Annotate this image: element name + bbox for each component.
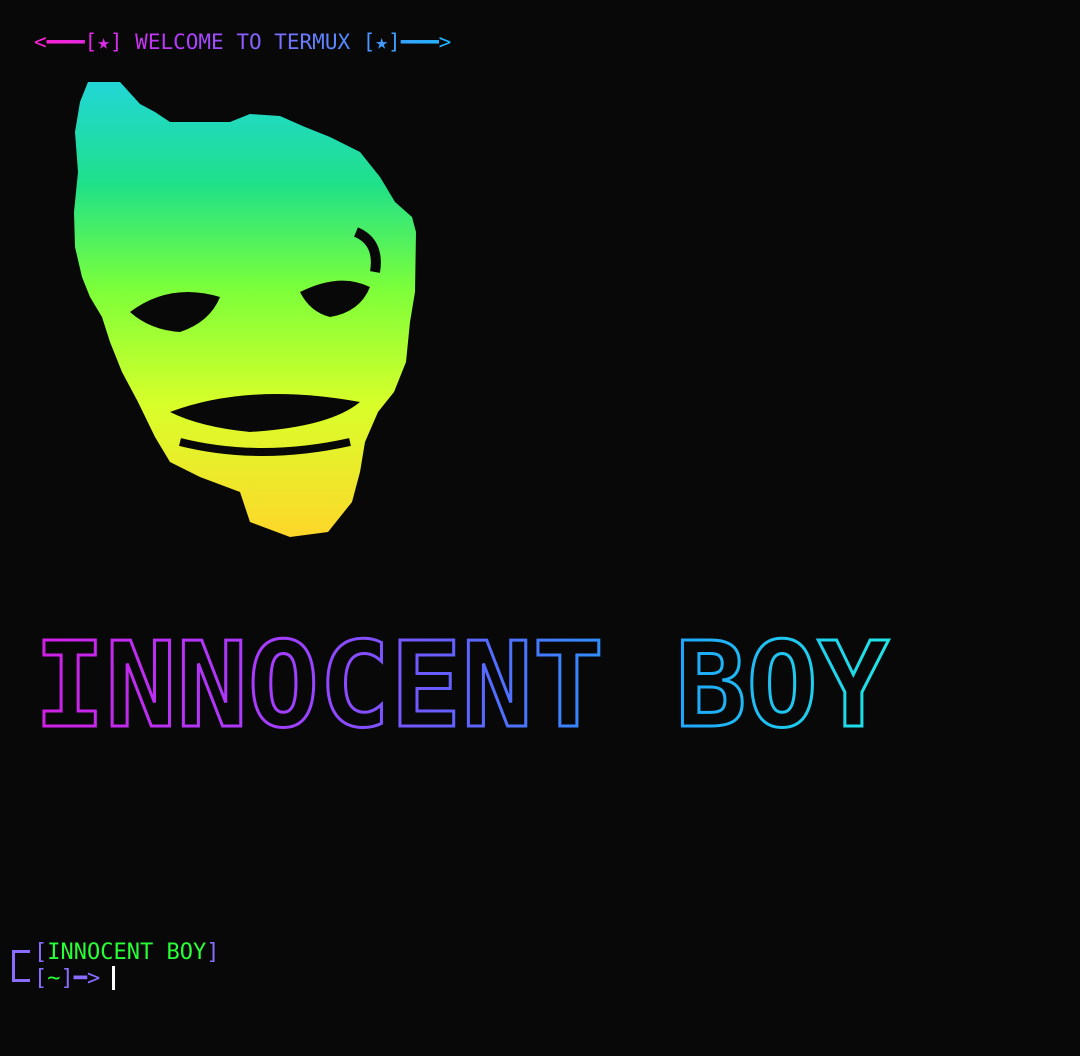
prompt-path: ~ — [47, 966, 61, 991]
welcome-arrow-right: ━━━> — [400, 30, 452, 54]
shell-prompt: [INNOCENT BOY] [~]━> — [12, 940, 219, 1044]
joker-face-icon — [60, 82, 440, 542]
prompt-input-line[interactable]: [~]━> — [34, 966, 116, 992]
text-cursor[interactable] — [112, 966, 116, 990]
welcome-line: <━━━[★] WELCOME TO TERMUX [★]━━━> — [34, 28, 451, 56]
prompt-arrow: ━> — [73, 966, 101, 991]
prompt-path-close: ] — [60, 966, 74, 991]
prompt-bracket-close: ] — [206, 940, 220, 965]
innocent-boy-banner: INNOCENT BOY — [34, 618, 891, 734]
welcome-star-right: [★] — [362, 30, 401, 54]
welcome-arrow-left: <━━━ — [34, 30, 85, 54]
joker-face-art — [60, 82, 440, 542]
prompt-corner — [12, 950, 30, 982]
prompt-username: INNOCENT BOY — [47, 940, 207, 965]
welcome-star-left: [★] — [84, 30, 123, 54]
prompt-bracket-open: [ — [34, 940, 48, 965]
prompt-user-line: [INNOCENT BOY] — [34, 940, 219, 966]
welcome-text: WELCOME TO TERMUX — [135, 30, 351, 54]
prompt-path-open: [ — [34, 966, 48, 991]
banner-text: INNOCENT BOY — [34, 618, 889, 734]
